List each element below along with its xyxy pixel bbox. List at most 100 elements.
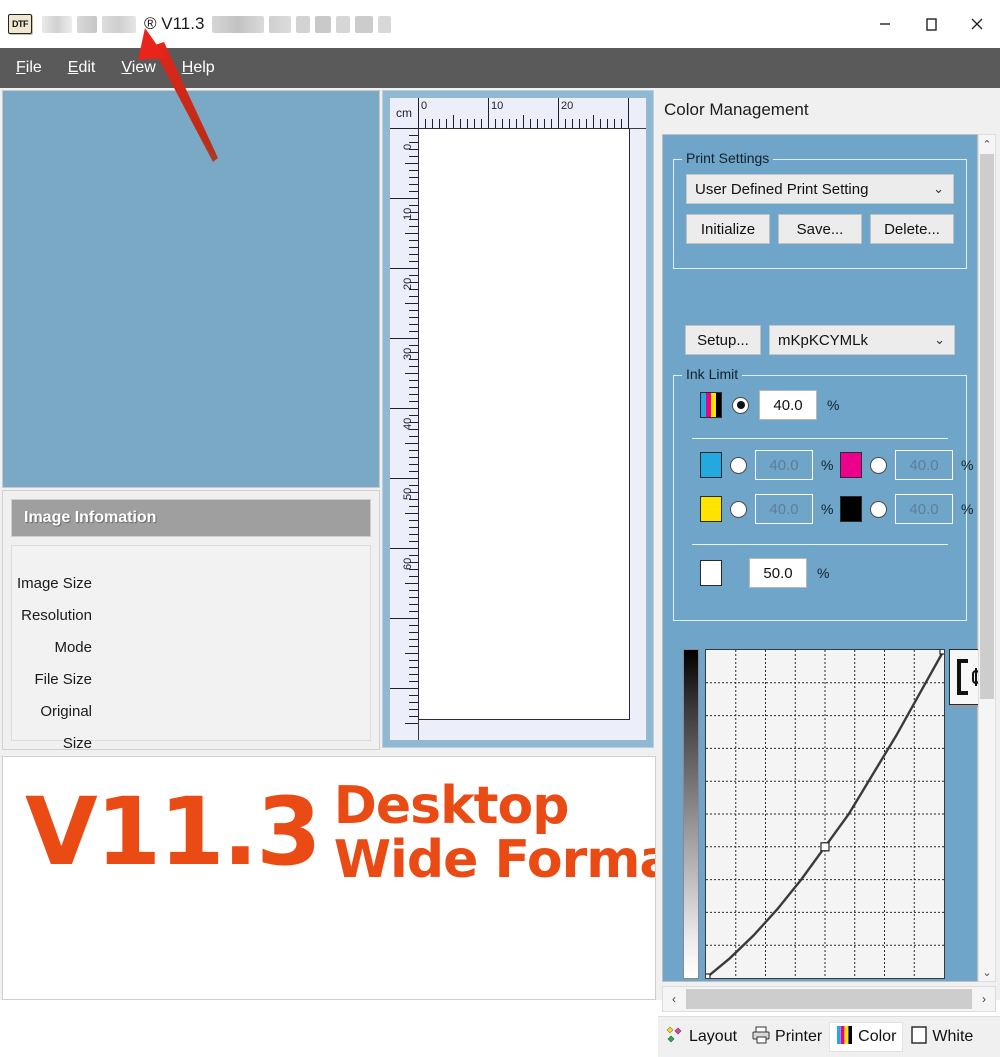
right-panel: Color Management Print Settings User Def… — [658, 90, 1000, 1057]
app-icon: DTF — [8, 14, 32, 34]
menu-item-help[interactable]: Help — [172, 48, 225, 88]
ink-limit-yellow-unit: % — [821, 501, 834, 517]
ink-limit-yellow-value: 40.0 — [755, 494, 813, 524]
ink-limit-black-radio[interactable] — [870, 500, 887, 518]
ink-limit-magenta-row: 40.0 % — [840, 450, 973, 480]
banner-version: V11.3 — [25, 778, 322, 888]
ink-limit-cyan-unit: % — [821, 457, 834, 473]
title-version: ® V11.3 — [144, 14, 205, 33]
panel-tab-bar: Layout Printer Color White — [658, 1016, 1000, 1057]
panel-vertical-scrollbar[interactable]: ⌃ ⌄ — [978, 134, 996, 982]
scroll-left-arrow[interactable]: ‹ — [663, 992, 685, 1006]
tab-printer-label: Printer — [775, 1028, 823, 1045]
ink-profile-combo[interactable]: mKpKCYMLk ⌄ — [769, 325, 955, 355]
scroll-down-arrow[interactable]: ⌄ — [979, 963, 995, 981]
tone-gradient-strip — [683, 649, 699, 979]
image-information-panel: Image Infomation Image Size Resolution M… — [2, 490, 380, 752]
ink-limit-composite-value[interactable]: 40.0 — [759, 390, 817, 420]
menu-help-mnemonic: H — [181, 59, 194, 76]
ink-limit-white-row: 50.0 % — [700, 558, 829, 588]
minimize-button[interactable] — [862, 0, 908, 48]
tab-layout[interactable]: Layout — [658, 1022, 744, 1052]
ruler-unit-label: cm — [390, 98, 419, 129]
color-icon — [836, 1025, 854, 1050]
menu-help-rest: elp — [193, 59, 215, 76]
panel-title: Color Management — [664, 100, 809, 119]
white-icon — [910, 1025, 928, 1050]
scroll-right-arrow[interactable]: › — [973, 992, 995, 1006]
panel-horizontal-scrollbar[interactable]: ‹ › — [662, 986, 996, 1012]
menu-view-mnemonic: V — [121, 59, 132, 76]
ink-limit-composite-unit: % — [827, 397, 840, 413]
ink-limit-cyan-radio[interactable] — [730, 456, 747, 474]
banner-line-1: Desktop — [333, 776, 570, 836]
application-window: DTF ® V11.3 File Edit View Help Image In… — [0, 0, 1000, 1057]
tone-curve-svg — [706, 650, 944, 978]
tab-color[interactable]: Color — [829, 1022, 904, 1052]
tone-curve-area — [673, 643, 987, 985]
info-row-original-size: Original Size — [40, 703, 92, 752]
ink-limit-cyan-value: 40.0 — [755, 450, 813, 480]
info-row-image-size: Image Size — [16, 575, 92, 592]
layout-icon — [665, 1025, 685, 1050]
ink-limit-white-value[interactable]: 50.0 — [749, 558, 807, 588]
image-information-header: Image Infomation — [11, 499, 371, 537]
info-row-resolution: Resolution — [21, 607, 92, 624]
ink-limit-yellow-radio[interactable] — [730, 500, 747, 518]
image-information-title: Image Infomation — [24, 509, 157, 526]
info-row-file-size: File Size — [34, 671, 92, 688]
title-bar: DTF ® V11.3 — [0, 0, 1000, 49]
ink-limit-yellow-row: 40.0 % — [700, 494, 833, 524]
horizontal-scroll-thumb[interactable] — [686, 989, 972, 1009]
promo-banner: V11.3 Desktop Wide Format — [2, 756, 656, 1000]
menu-item-view[interactable]: View — [111, 48, 165, 88]
image-information-body: Image Size Resolution Mode File Size Ori… — [11, 545, 371, 752]
scroll-up-arrow[interactable]: ⌃ — [979, 135, 995, 153]
print-setting-combo[interactable]: User Defined Print Setting ⌄ — [686, 174, 954, 204]
ink-limit-black-unit: % — [961, 501, 974, 517]
tab-white[interactable]: White — [903, 1022, 980, 1052]
tab-printer[interactable]: Printer — [744, 1022, 829, 1052]
ink-limit-group: Ink Limit 40.0 % 40.0 % 40.0 % 40.0 % 40… — [673, 366, 973, 621]
white-swatch — [700, 560, 722, 586]
canvas-area[interactable]: cm 0 10 20 0 10 20 30 40 50 60 — [382, 90, 654, 748]
menu-file-mnemonic: F — [16, 59, 26, 76]
setup-button[interactable]: Setup... — [685, 325, 761, 355]
print-settings-legend: Print Settings — [682, 150, 774, 166]
maximize-button[interactable] — [908, 0, 954, 48]
initialize-button[interactable]: Initialize — [686, 214, 770, 244]
tone-curve-graph[interactable] — [705, 649, 945, 979]
delete-button[interactable]: Delete... — [870, 214, 954, 244]
window-controls — [862, 0, 1000, 48]
chevron-down-icon: ⌄ — [934, 332, 945, 347]
ink-limit-legend: Ink Limit — [682, 366, 743, 382]
ink-profile-value: mKpKCYMLk — [778, 331, 869, 349]
menu-edit-rest: dit — [78, 59, 96, 76]
cmyk-swatch — [700, 392, 722, 418]
ink-limit-cyan-row: 40.0 % — [700, 450, 833, 480]
print-page[interactable] — [418, 128, 630, 720]
menu-bar: File Edit View Help — [0, 48, 1000, 88]
print-settings-group: Print Settings User Defined Print Settin… — [673, 150, 967, 269]
menu-view-rest: iew — [131, 59, 156, 76]
print-setting-value: User Defined Print Setting — [695, 180, 869, 198]
vertical-scroll-thumb[interactable] — [980, 154, 994, 699]
menu-file-rest: ile — [25, 59, 42, 76]
horizontal-ruler: 0 10 20 — [418, 98, 646, 129]
tab-layout-label: Layout — [689, 1028, 738, 1045]
printer-icon — [751, 1026, 771, 1049]
ink-limit-magenta-radio[interactable] — [870, 456, 887, 474]
image-preview-pane[interactable] — [2, 90, 380, 488]
close-button[interactable] — [954, 0, 1000, 48]
ink-limit-magenta-value: 40.0 — [895, 450, 953, 480]
save-button[interactable]: Save... — [778, 214, 862, 244]
ink-limit-composite-radio[interactable] — [732, 396, 749, 414]
chevron-down-icon: ⌄ — [933, 181, 944, 196]
menu-item-file[interactable]: File — [6, 48, 52, 88]
title-blurred-brand — [42, 15, 136, 33]
menu-item-edit[interactable]: Edit — [58, 48, 106, 88]
info-row-mode: Mode — [54, 639, 92, 656]
divider-top — [692, 438, 948, 439]
ink-limit-black-value: 40.0 — [895, 494, 953, 524]
black-swatch — [840, 496, 862, 522]
